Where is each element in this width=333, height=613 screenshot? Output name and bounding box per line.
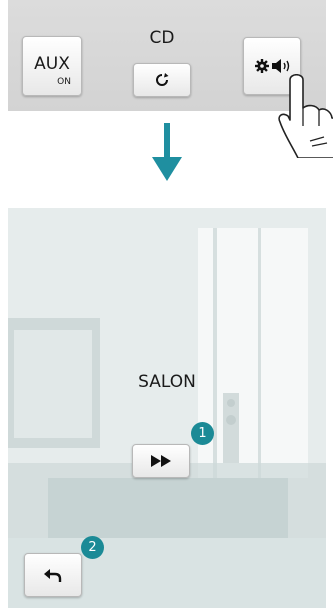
fast-forward-icon xyxy=(151,455,171,467)
cd-label: CD xyxy=(149,28,175,48)
gear-icon xyxy=(254,59,269,73)
fast-forward-button[interactable] xyxy=(132,444,190,478)
aux-label: AUX xyxy=(34,54,70,74)
aux-status: ON xyxy=(57,77,71,87)
room-name: SALON xyxy=(138,372,196,392)
down-arrow-icon xyxy=(152,123,182,181)
aux-button[interactable]: AUX ON xyxy=(22,36,82,96)
refresh-icon xyxy=(156,73,169,86)
speaker-icon xyxy=(271,59,289,73)
callout-badge-1: 1 xyxy=(191,422,214,445)
pointing-hand-icon xyxy=(278,74,333,158)
callout-badge-2: 2 xyxy=(81,536,104,559)
room-panel: SALON 1 2 xyxy=(8,208,326,608)
back-button[interactable] xyxy=(24,553,82,597)
back-arrow-icon xyxy=(44,569,62,582)
cd-refresh-button[interactable] xyxy=(133,63,191,97)
room-background-image xyxy=(8,208,326,608)
